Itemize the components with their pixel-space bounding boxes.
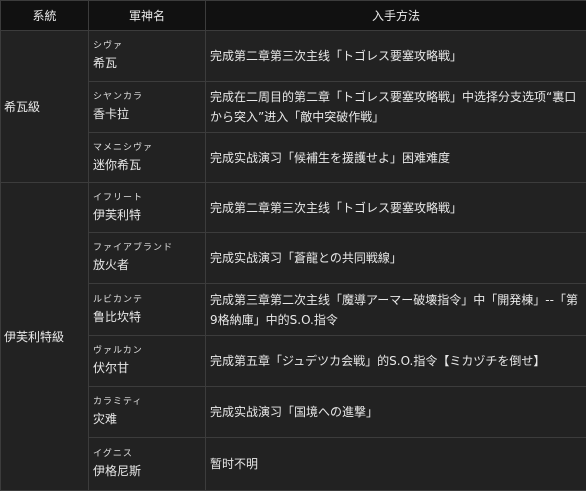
method-cell: 完成第二章第三次主线「トゴレス要塞攻略戦」 — [206, 183, 586, 233]
table-row: 伊芙利特級 イフリート 伊芙利特 完成第二章第三次主线「トゴレス要塞攻略戦」 — [1, 183, 586, 233]
method-cell: 完成第五章「ジュデツカ会戦」的S.O.指令【ミカヅチを倒せ】 — [206, 336, 586, 387]
method-cell: 暂时不明 — [206, 438, 586, 491]
table-row: カラミティ 灾难 完成实战演习「国境への進撃」 — [1, 387, 586, 438]
chinese-name: 放火者 — [93, 256, 201, 275]
chinese-name: 灾难 — [93, 410, 201, 429]
system-cell: 伊芙利特級 — [1, 183, 89, 491]
name-cell: ヴァルカン 伏尔甘 — [89, 336, 206, 387]
table-row: マメニシヴァ 迷你希瓦 完成实战演习「候補生を援護せよ」困难难度 — [1, 133, 586, 183]
kana-name: マメニシヴァ — [93, 141, 201, 156]
table-row: ヴァルカン 伏尔甘 完成第五章「ジュデツカ会戦」的S.O.指令【ミカヅチを倒せ】 — [1, 336, 586, 387]
table-row: 希瓦級 シヴァ 希瓦 完成第二章第三次主线「トゴレス要塞攻略戦」 — [1, 31, 586, 82]
kana-name: イフリート — [93, 191, 201, 206]
name-cell: ファイアブランド 放火者 — [89, 233, 206, 284]
table-row: イグニス 伊格尼斯 暂时不明 — [1, 438, 586, 491]
kana-name: イグニス — [93, 447, 201, 462]
name-cell: シヤンカラ 香卡拉 — [89, 82, 206, 133]
chinese-name: 希瓦 — [93, 54, 201, 73]
kana-name: シヴァ — [93, 39, 201, 54]
name-cell: イフリート 伊芙利特 — [89, 183, 206, 233]
chinese-name: 鲁比坎特 — [93, 308, 201, 327]
name-cell: カラミティ 灾难 — [89, 387, 206, 438]
header-row: 系統 軍神名 入手方法 — [1, 1, 586, 31]
name-cell: ルビカンテ 鲁比坎特 — [89, 284, 206, 336]
kana-name: ルビカンテ — [93, 293, 201, 308]
method-cell: 完成在二周目的第二章「トゴレス要塞攻略戦」中选择分支选项“裏口から突入”进入「敵… — [206, 82, 586, 133]
header-method: 入手方法 — [206, 1, 586, 31]
chinese-name: 迷你希瓦 — [93, 156, 201, 175]
method-cell: 完成第二章第三次主线「トゴレス要塞攻略戦」 — [206, 31, 586, 82]
name-cell: マメニシヴァ 迷你希瓦 — [89, 133, 206, 183]
summon-table: 系統 軍神名 入手方法 希瓦級 シヴァ 希瓦 完成第二章第三次主线「トゴレス要塞… — [0, 0, 586, 491]
system-cell: 希瓦級 — [1, 31, 89, 183]
method-cell: 完成实战演习「蒼龍との共同戦線」 — [206, 233, 586, 284]
chinese-name: 香卡拉 — [93, 105, 201, 124]
chinese-name: 伊芙利特 — [93, 206, 201, 225]
method-cell: 完成实战演习「国境への進撃」 — [206, 387, 586, 438]
table-row: ルビカンテ 鲁比坎特 完成第三章第二次主线「魔導アーマー破壊指令」中「開発棟」-… — [1, 284, 586, 336]
kana-name: ファイアブランド — [93, 241, 201, 256]
kana-name: ヴァルカン — [93, 344, 201, 359]
table-row: ファイアブランド 放火者 完成实战演习「蒼龍との共同戦線」 — [1, 233, 586, 284]
chinese-name: 伏尔甘 — [93, 359, 201, 378]
kana-name: カラミティ — [93, 395, 201, 410]
kana-name: シヤンカラ — [93, 90, 201, 105]
method-cell: 完成第三章第二次主线「魔導アーマー破壊指令」中「開発棟」--「第9格納庫」中的S… — [206, 284, 586, 336]
name-cell: シヴァ 希瓦 — [89, 31, 206, 82]
table-row: シヤンカラ 香卡拉 完成在二周目的第二章「トゴレス要塞攻略戦」中选择分支选项“裏… — [1, 82, 586, 133]
chinese-name: 伊格尼斯 — [93, 462, 201, 481]
method-cell: 完成实战演习「候補生を援護せよ」困难难度 — [206, 133, 586, 183]
name-cell: イグニス 伊格尼斯 — [89, 438, 206, 491]
header-name: 軍神名 — [89, 1, 206, 31]
header-system: 系統 — [1, 1, 89, 31]
